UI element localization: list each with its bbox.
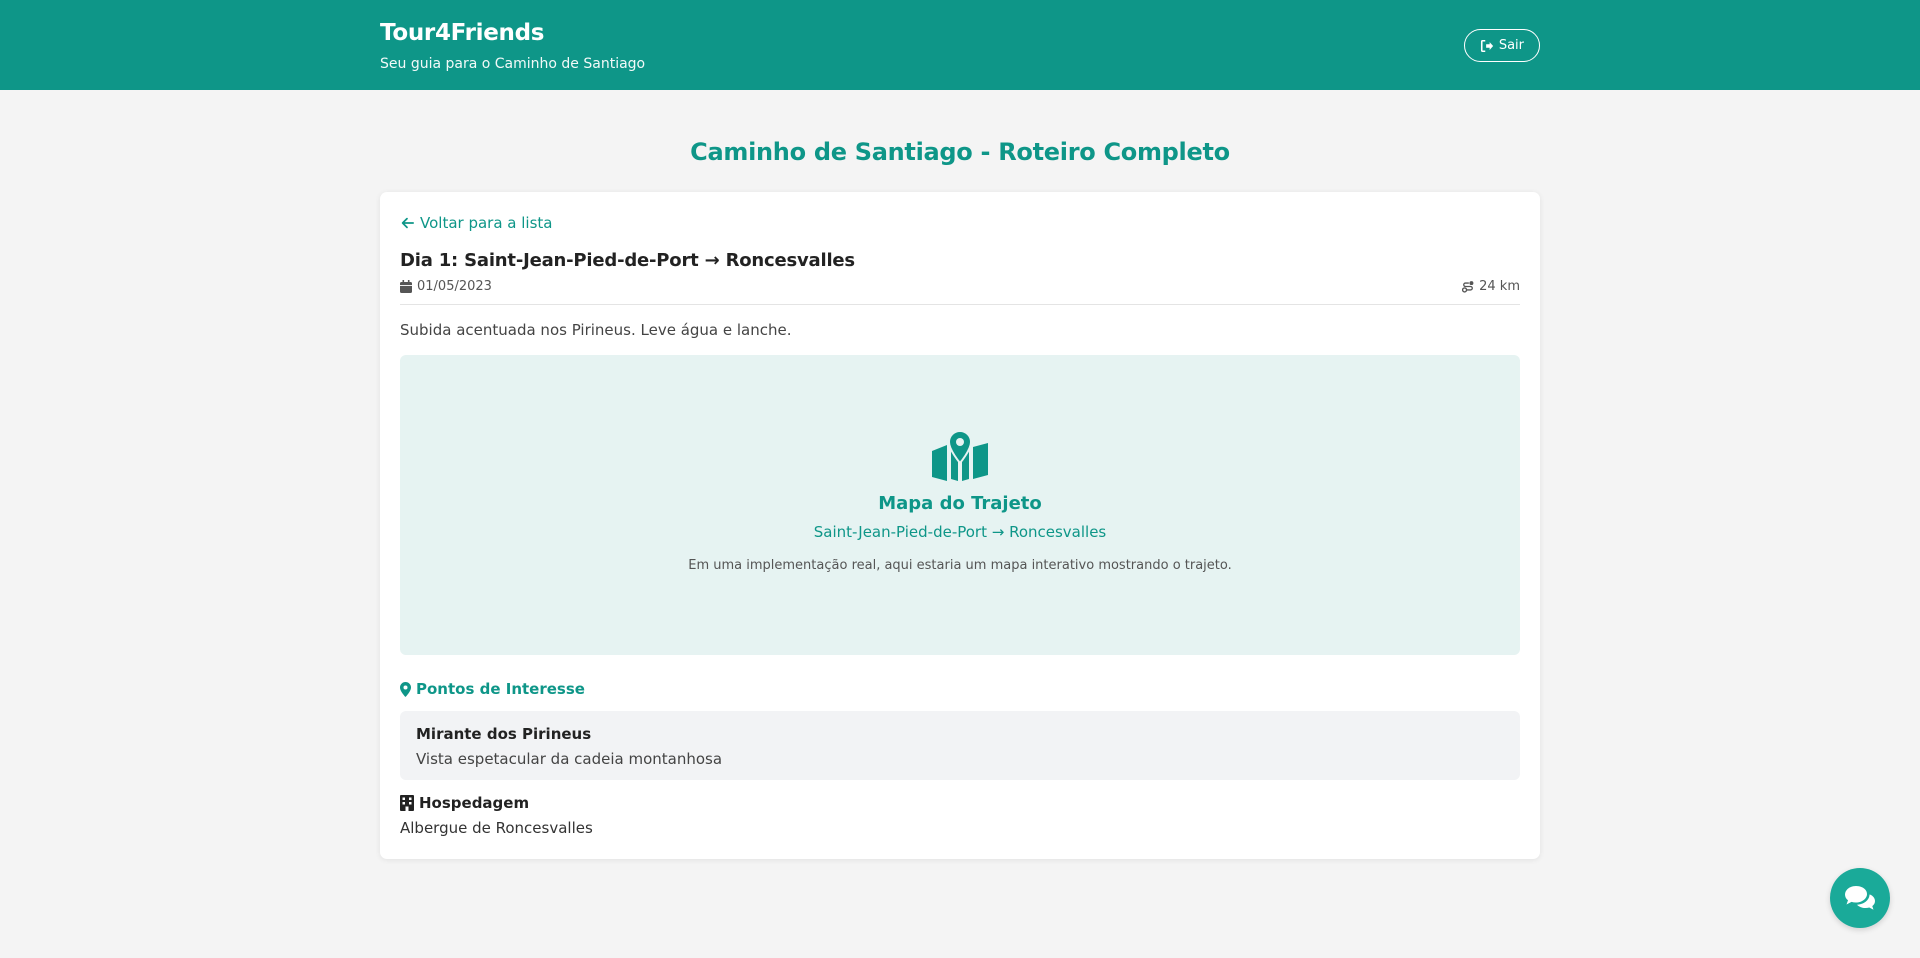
lodging-name: Albergue de Roncesvalles <box>400 819 593 837</box>
top-bar: Tour4Friends Seu guia para o Caminho de … <box>0 0 1920 90</box>
sign-out-icon <box>1480 39 1493 52</box>
chat-button[interactable] <box>1830 868 1890 928</box>
poi-name: Mirante dos Pirineus <box>416 725 592 743</box>
calendar-icon <box>400 280 412 293</box>
comments-icon <box>1845 886 1875 910</box>
day-description: Subida acentuada nos Pirineus. Leve água… <box>400 321 792 339</box>
arrow-left-icon <box>401 217 414 229</box>
logout-button[interactable]: Sair <box>1463 29 1540 62</box>
poi-item: Mirante dos Pirineus Vista espetacular d… <box>400 711 1520 780</box>
poi-heading: Pontos de Interesse <box>400 680 1520 698</box>
day-meta: 01/05/2023 24 km <box>400 279 1520 305</box>
page-title: Caminho de Santiago - Roteiro Completo <box>690 138 1230 166</box>
day-title: Dia 1: Saint-Jean-Pied-de-Port → Roncesv… <box>400 250 855 271</box>
back-link-label: Voltar para a lista <box>420 214 553 232</box>
poi-description: Vista espetacular da cadeia montanhosa <box>416 750 723 768</box>
map-note: Em uma implementação real, aqui estaria … <box>688 558 1232 573</box>
day-detail-card: Voltar para a lista Dia 1: Saint-Jean-Pi… <box>380 192 1540 859</box>
map-placeholder: Mapa do Trajeto Saint-Jean-Pied-de-Port … <box>400 355 1520 655</box>
back-to-list-link[interactable]: Voltar para a lista <box>400 214 552 232</box>
day-distance: 24 km <box>1462 279 1520 294</box>
brand-tagline: Seu guia para o Caminho de Santiago <box>380 56 646 72</box>
map-title: Mapa do Trajeto <box>878 493 1042 514</box>
top-bar-inner: Tour4Friends Seu guia para o Caminho de … <box>380 0 1540 90</box>
brand-name[interactable]: Tour4Friends <box>380 20 645 46</box>
lodging-heading-label: Hospedagem <box>419 794 530 812</box>
day-date: 01/05/2023 <box>400 279 492 294</box>
brand: Tour4Friends Seu guia para o Caminho de … <box>380 20 645 72</box>
poi-heading-label: Pontos de Interesse <box>416 680 585 698</box>
lodging-heading: Hospedagem <box>400 794 1520 812</box>
day-date-text: 01/05/2023 <box>417 279 492 294</box>
day-distance-text: 24 km <box>1479 279 1520 294</box>
map-route: Saint-Jean-Pied-de-Port → Roncesvalles <box>813 523 1107 541</box>
map-pin-icon <box>400 681 411 697</box>
map-location-icon <box>932 431 988 481</box>
route-icon <box>1462 281 1474 293</box>
hotel-icon <box>400 795 414 811</box>
logout-label: Sair <box>1498 38 1524 53</box>
